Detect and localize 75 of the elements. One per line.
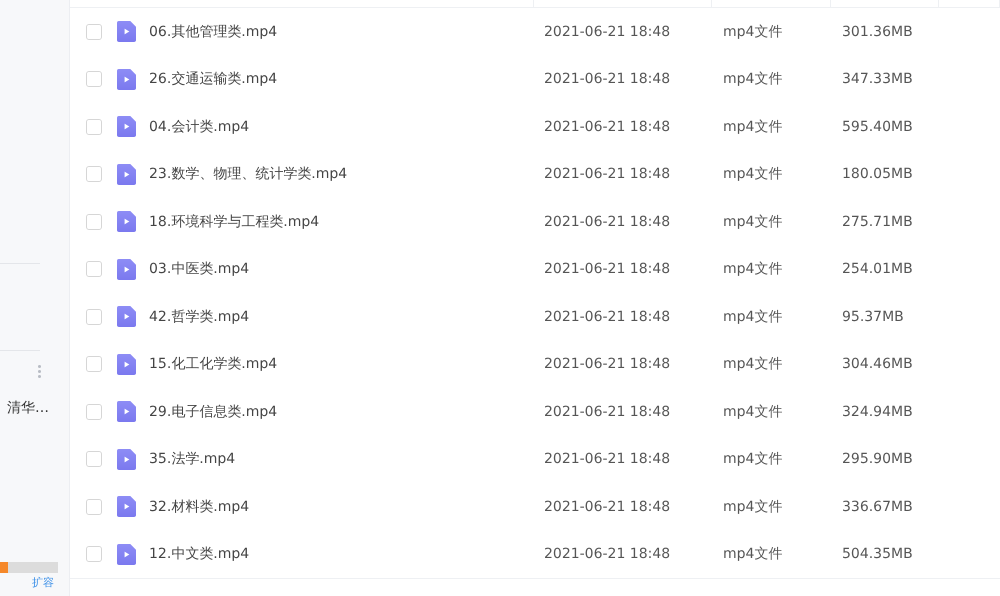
file-name[interactable]: 06.其他管理类.mp4 bbox=[149, 22, 544, 41]
modified-date: 2021-06-21 18:48 bbox=[544, 308, 672, 325]
checkbox[interactable] bbox=[86, 356, 102, 372]
video-file-icon bbox=[117, 68, 136, 90]
checkbox[interactable] bbox=[86, 71, 102, 88]
file-type: mp4文件 bbox=[723, 402, 784, 421]
file-type: mp4文件 bbox=[723, 165, 784, 184]
file-type: mp4文件 bbox=[723, 118, 784, 136]
file-size: 301.36MB bbox=[842, 24, 913, 40]
checkbox[interactable] bbox=[86, 214, 102, 230]
file-name[interactable]: 42.哲学类.mp4 bbox=[149, 308, 544, 326]
video-file-icon bbox=[117, 544, 136, 565]
file-size: 95.37MB bbox=[842, 308, 904, 325]
file-name[interactable]: 26.交通运输类.mp4 bbox=[149, 70, 544, 88]
file-type: mp4文件 bbox=[723, 355, 784, 374]
modified-date: 2021-06-21 18:48 bbox=[544, 498, 672, 515]
checkbox[interactable] bbox=[86, 546, 102, 562]
checkbox[interactable] bbox=[86, 24, 102, 40]
video-file-icon bbox=[117, 401, 136, 422]
checkbox[interactable] bbox=[86, 451, 102, 468]
file-size: 180.05MB bbox=[842, 166, 913, 182]
file-type: mp4文件 bbox=[723, 260, 784, 278]
modified-date: 2021-06-21 18:48 bbox=[544, 546, 672, 562]
storage-bar bbox=[0, 562, 58, 573]
file-name[interactable]: 15.化工化学类.mp4 bbox=[149, 355, 544, 374]
modified-date: 2021-06-21 18:48 bbox=[544, 404, 672, 420]
file-type: mp4文件 bbox=[723, 212, 784, 231]
checkbox[interactable] bbox=[86, 498, 102, 515]
modified-date: 2021-06-21 18:48 bbox=[544, 118, 672, 135]
file-size: 347.33MB bbox=[842, 71, 913, 88]
file-name[interactable]: 12.中文类.mp4 bbox=[149, 545, 544, 564]
checkbox[interactable] bbox=[86, 261, 102, 278]
file-type: mp4文件 bbox=[723, 22, 784, 41]
modified-date: 2021-06-21 18:48 bbox=[544, 451, 672, 468]
file-name[interactable]: 32.材料类.mp4 bbox=[149, 498, 544, 516]
checkbox[interactable] bbox=[86, 118, 102, 135]
file-type: mp4文件 bbox=[723, 545, 784, 564]
file-name[interactable]: 04.会计类.mp4 bbox=[149, 118, 544, 136]
checkbox[interactable] bbox=[86, 404, 102, 420]
file-name[interactable]: 03.中医类.mp4 bbox=[149, 260, 544, 278]
file-size: 254.01MB bbox=[842, 261, 913, 278]
modified-date: 2021-06-21 18:48 bbox=[544, 71, 672, 88]
video-file-icon bbox=[117, 164, 136, 185]
file-type: mp4文件 bbox=[723, 308, 784, 326]
file-name[interactable]: 35.法学.mp4 bbox=[149, 450, 544, 468]
file-type: mp4文件 bbox=[723, 498, 784, 516]
video-file-icon bbox=[117, 211, 136, 232]
file-size: 504.35MB bbox=[842, 546, 913, 562]
file-name[interactable]: 18.环境科学与工程类.mp4 bbox=[149, 212, 544, 231]
modified-date: 2021-06-21 18:48 bbox=[544, 261, 672, 278]
modified-date: 2021-06-21 18:48 bbox=[544, 214, 672, 230]
video-file-icon bbox=[117, 354, 136, 375]
file-size: 295.90MB bbox=[842, 451, 913, 468]
video-file-icon bbox=[117, 496, 136, 518]
file-size: 595.40MB bbox=[842, 118, 913, 135]
folder-item[interactable]: 清华… bbox=[7, 400, 69, 416]
video-file-icon bbox=[117, 116, 136, 138]
file-name[interactable]: 23.数学、物理、统计学类.mp4 bbox=[149, 165, 544, 184]
file-type: mp4文件 bbox=[723, 450, 784, 468]
modified-date: 2021-06-21 18:48 bbox=[544, 356, 672, 372]
video-file-icon bbox=[117, 448, 136, 470]
file-size: 275.71MB bbox=[842, 214, 913, 230]
modified-date: 2021-06-21 18:48 bbox=[544, 24, 672, 40]
modified-date: 2021-06-21 18:48 bbox=[544, 166, 672, 182]
checkbox[interactable] bbox=[86, 308, 102, 325]
video-file-icon bbox=[117, 21, 136, 42]
video-file-icon bbox=[117, 258, 136, 280]
file-size: 336.67MB bbox=[842, 498, 913, 515]
file-size: 304.46MB bbox=[842, 356, 913, 372]
video-file-icon bbox=[117, 306, 136, 328]
more-icon[interactable] bbox=[38, 365, 41, 378]
file-size: 324.94MB bbox=[842, 404, 913, 420]
checkbox[interactable] bbox=[86, 166, 102, 182]
file-name[interactable]: 29.电子信息类.mp4 bbox=[149, 402, 544, 421]
file-type: mp4文件 bbox=[723, 70, 784, 88]
